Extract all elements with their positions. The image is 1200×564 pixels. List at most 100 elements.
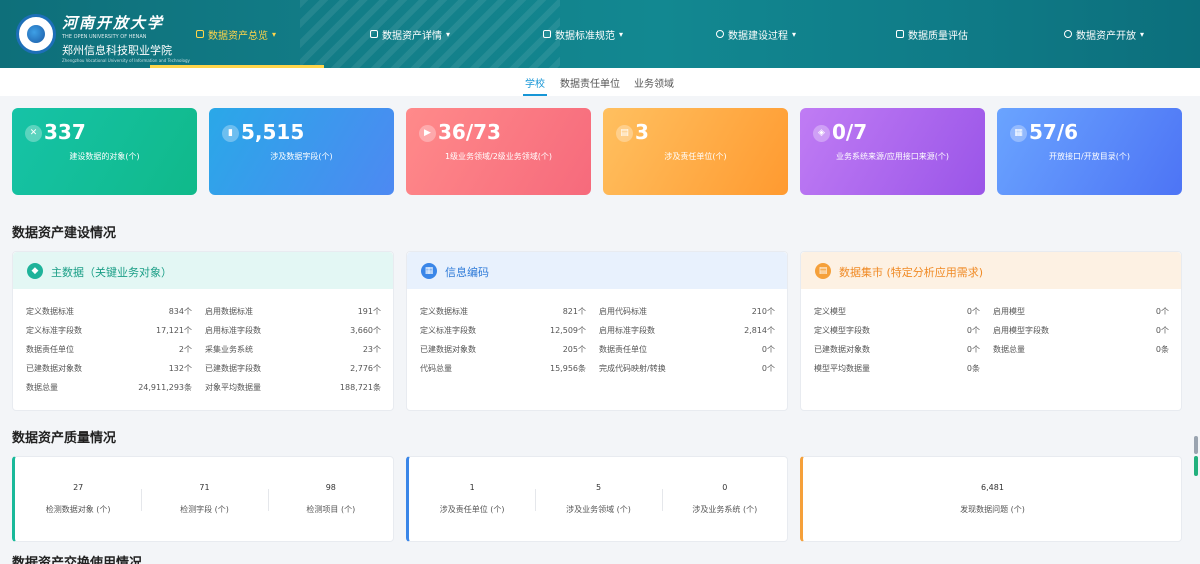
tab-responsible-unit[interactable]: 数据责任单位 [560, 75, 620, 90]
stat-value: 57/6 [1029, 120, 1079, 144]
file-icon [543, 30, 551, 38]
metric-label: 数据责任单位 [599, 345, 647, 354]
nav-asset-detail[interactable]: 数据资产详情 ▾ [370, 0, 450, 68]
panel-header: ◆ 主数据（关键业务对象） [13, 252, 393, 289]
stat-card[interactable]: ◈ 0/7 业务系统来源/应用接口来源(个) [800, 108, 985, 195]
metric-value: 210个 [751, 307, 775, 316]
metric-label: 启用标准字段数 [599, 326, 655, 335]
metric-label: 采集业务系统 [205, 345, 253, 354]
metric-label: 定义模型 [814, 307, 846, 316]
quality-value: 1 [469, 483, 475, 492]
metric-label: 启用数据标准 [205, 307, 253, 316]
top-header: 河南开放大学 THE OPEN UNIVERSITY OF HENAN 郑州信息… [0, 0, 1200, 68]
quality-label: 涉及业务系统 (个) [692, 505, 758, 514]
quality-metric[interactable]: 0 涉及业务系统 (个) [662, 457, 788, 543]
play-icon: ▶ [419, 125, 436, 142]
stat-label: 业务系统来源/应用接口来源(个) [836, 152, 949, 161]
metric-label: 定义标准字段数 [420, 326, 476, 335]
page-scrollbar[interactable] [1194, 436, 1198, 476]
metric-value: 821个 [562, 307, 586, 316]
section-title-exchange: 数据资产交换使用情况 [12, 556, 143, 564]
metric-label: 定义模型字段数 [814, 326, 870, 335]
university-logo-icon[interactable] [16, 14, 56, 54]
section-title-quality: 数据资产质量情况 [12, 431, 117, 446]
quality-metric[interactable]: 27 检测数据对象 (个) [15, 457, 141, 543]
metric-label: 启用模型 [993, 307, 1025, 316]
quality-label: 涉及责任单位 (个) [439, 505, 505, 514]
quality-metric[interactable]: 1 涉及责任单位 (个) [409, 457, 535, 543]
chevron-down-icon: ▾ [272, 29, 277, 39]
panel-title: 信息编码 [445, 266, 489, 279]
metric-label: 定义数据标准 [420, 307, 468, 316]
quality-value: 98 [325, 483, 336, 492]
divider [661, 489, 663, 511]
stat-card[interactable]: ▶ 36/73 1级业务领域/2级业务领域(个) [406, 108, 591, 195]
nav-label: 数据资产详情 [382, 30, 442, 42]
scrollbar-thumb[interactable] [1194, 436, 1198, 454]
metric-value: 24,911,293条 [138, 383, 192, 392]
metric-label: 代码总量 [420, 364, 452, 373]
quality-value: 6,481 [981, 483, 1004, 492]
wrench-icon: ✕ [25, 125, 42, 142]
quality-label: 检测字段 (个) [180, 505, 229, 514]
stat-card[interactable]: ▦ 57/6 开放接口/开放目录(个) [997, 108, 1182, 195]
metric-value: 0条 [1155, 345, 1169, 354]
quality-value: 71 [199, 483, 210, 492]
nav-label: 数据标准规范 [555, 30, 615, 42]
chevron-down-icon: ▾ [792, 29, 797, 39]
metric-label: 定义数据标准 [26, 307, 74, 316]
section-title-build: 数据资产建设情况 [12, 226, 117, 241]
metric-label: 已建数据字段数 [205, 364, 261, 373]
nav-asset-open[interactable]: 数据资产开放 ▾ [1064, 0, 1144, 68]
divider [535, 489, 537, 511]
stat-card[interactable]: ▤ 3 涉及责任单位(个) [603, 108, 788, 195]
quality-metric[interactable]: 71 检测字段 (个) [141, 457, 267, 543]
metric-label: 对象平均数据量 [205, 383, 261, 392]
stat-card[interactable]: ✕ 337 建设数据的对象(个) [12, 108, 197, 195]
build-panel: ▤ 数据集市 (特定分析应用需求) 定义模型 0个 启用模型 0个 定义模型字段数 0个 启用模… [800, 251, 1182, 411]
quality-panel: 1 涉及责任单位 (个) 5 涉及业务领域 (个) 0 涉及业务系统 (个) [406, 456, 788, 542]
metric-label: 已建数据对象数 [814, 345, 870, 354]
quality-panel: 6,481 发现数据问题 (个) [800, 456, 1182, 542]
stat-value: 337 [44, 120, 86, 144]
tab-business-domain[interactable]: 业务领域 [634, 75, 674, 90]
metric-value: 2,776个 [350, 364, 381, 373]
quality-value: 0 [722, 483, 728, 492]
scrollbar-marker [1194, 456, 1198, 476]
nav-build-process[interactable]: 数据建设过程 ▾ [716, 0, 796, 68]
quality-value: 27 [73, 483, 84, 492]
quality-value: 5 [595, 483, 602, 492]
build-panel: ◆ 主数据（关键业务对象） 定义数据标准 834个 启用数据标准 191个 定义标准字段数 1… [12, 251, 394, 411]
nav-data-standards[interactable]: 数据标准规范 ▾ [543, 0, 623, 68]
nav-asset-overview[interactable]: 数据资产总览 ▾ [196, 0, 276, 68]
panel-title: 主数据（关键业务对象） [51, 266, 172, 279]
metric-value: 191个 [357, 307, 381, 316]
chevron-down-icon: ▾ [446, 29, 451, 39]
copy-icon [196, 30, 204, 38]
quality-metric[interactable]: 98 检测项目 (个) [268, 457, 394, 543]
divider [141, 489, 143, 511]
tab-school[interactable]: 学校 [523, 75, 547, 96]
nav-label: 数据质量评估 [908, 30, 968, 42]
quality-label: 发现数据问题 (个) [960, 505, 1025, 514]
stat-label: 涉及责任单位(个) [664, 152, 727, 161]
metric-value: 0个 [966, 345, 980, 354]
build-panel: ▦ 信息编码 定义数据标准 821个 启用代码标准 210个 定义标准字段数 12,509个 启… [406, 251, 788, 411]
nav-label: 数据资产开放 [1076, 30, 1136, 42]
metric-value: 2,814个 [744, 326, 775, 335]
metric-value: 0个 [1155, 307, 1169, 316]
nav-quality-assessment[interactable]: 数据质量评估 [896, 0, 968, 68]
quality-metric[interactable]: 6,481 发现数据问题 (个) [803, 457, 1182, 543]
share-icon [1064, 30, 1072, 38]
metric-label: 模型平均数据量 [814, 364, 870, 373]
metric-label: 已建数据对象数 [26, 364, 82, 373]
metric-label: 启用模型字段数 [993, 326, 1049, 335]
metric-value: 0个 [761, 364, 775, 373]
quality-metric[interactable]: 5 涉及业务领域 (个) [535, 457, 661, 543]
nav-label: 数据建设过程 [728, 30, 788, 42]
stat-card[interactable]: ▮ 5,515 涉及数据字段(个) [209, 108, 394, 195]
metric-value: 0条 [966, 364, 980, 373]
chevron-down-icon: ▾ [1140, 29, 1145, 39]
metric-label: 数据责任单位 [26, 345, 74, 354]
metric-label: 已建数据对象数 [420, 345, 476, 354]
